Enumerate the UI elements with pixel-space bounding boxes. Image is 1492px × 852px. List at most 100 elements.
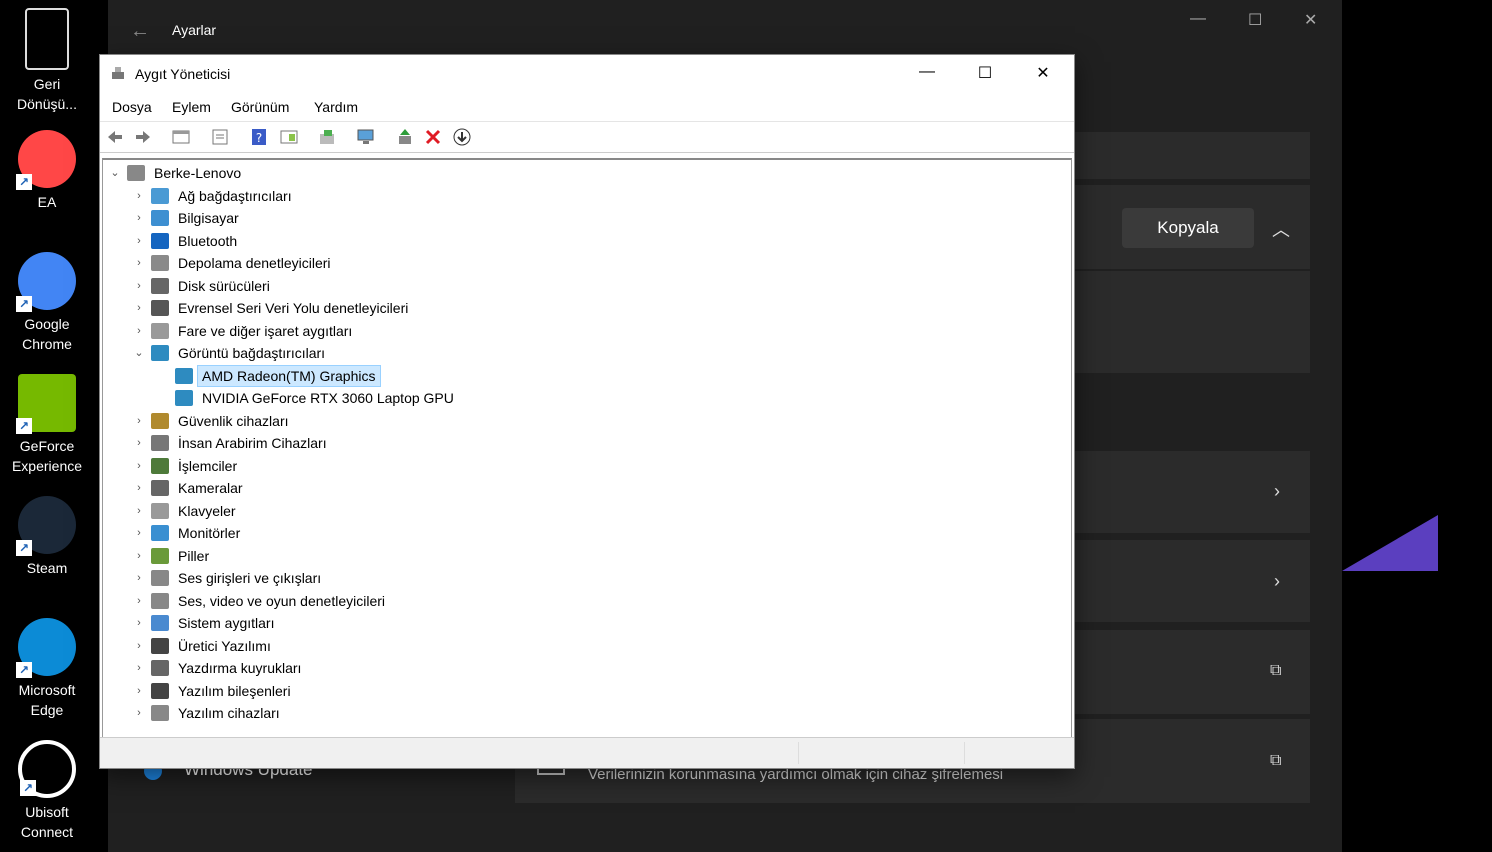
tree-device[interactable]: AMD Radeon(TM) Graphics xyxy=(157,364,1063,387)
show-hide-tree-icon[interactable] xyxy=(172,128,190,146)
computer-root-icon xyxy=(127,165,145,181)
expand-chevron-icon[interactable]: › xyxy=(133,410,145,432)
maximize-icon[interactable]: ☐ xyxy=(1248,10,1262,30)
tree-category[interactable]: › Bluetooth xyxy=(133,230,1063,252)
chevron-up-icon[interactable]: ︿ xyxy=(1272,216,1290,242)
usb-icon xyxy=(151,300,169,316)
tree-item-label: Bilgisayar xyxy=(178,210,239,226)
tree-root[interactable]: ⌄ Berke-Lenovo xyxy=(109,162,1063,184)
edge-icon: ↗ xyxy=(16,618,76,678)
external-link-icon: ⧉ xyxy=(1270,662,1282,679)
tree-category[interactable]: › Fare ve diğer işaret aygıtları xyxy=(133,320,1063,342)
expand-chevron-icon[interactable]: › xyxy=(133,545,145,567)
maximize-icon[interactable]: ☐ xyxy=(970,63,1000,85)
expand-chevron-icon[interactable]: › xyxy=(133,635,145,657)
expand-chevron-icon[interactable]: › xyxy=(133,680,145,702)
menu-gorunum[interactable]: Görünüm xyxy=(231,99,289,115)
menu-bar: Dosya Eylem Görünüm Yardım xyxy=(100,93,1074,119)
scan-hardware-icon[interactable] xyxy=(357,128,375,146)
minimize-icon[interactable]: — xyxy=(1190,10,1206,28)
menu-yardim[interactable]: Yardım xyxy=(314,99,358,115)
tree-category[interactable]: › Evrensel Seri Veri Yolu denetleyicileri xyxy=(133,297,1063,319)
collapse-chevron-icon[interactable]: ⌄ xyxy=(133,342,145,364)
tree-category[interactable]: › Klavyeler xyxy=(133,500,1063,522)
tree-category[interactable]: › Ses, video ve oyun denetleyicileri xyxy=(133,590,1063,612)
menu-eylem[interactable]: Eylem xyxy=(172,99,211,115)
add-driver-icon[interactable] xyxy=(396,128,414,146)
tree-item-label: AMD Radeon(TM) Graphics xyxy=(197,364,381,387)
expand-chevron-icon[interactable]: › xyxy=(133,275,145,297)
expand-chevron-icon[interactable]: › xyxy=(133,590,145,612)
expand-chevron-icon[interactable]: › xyxy=(133,522,145,544)
desktop-shortcut[interactable]: ↗ Microsoft Edge xyxy=(4,618,90,720)
tree-item-label: Kameralar xyxy=(178,480,243,496)
tree-item-label: Yazdırma kuyrukları xyxy=(178,660,302,676)
tree-item-label: Piller xyxy=(178,547,210,564)
close-icon[interactable]: ✕ xyxy=(1304,10,1317,30)
tree-category[interactable]: › Yazdırma kuyrukları xyxy=(133,657,1063,679)
tree-category[interactable]: › Yazılım bileşenleri xyxy=(133,680,1063,702)
tree-category[interactable]: › Sistem aygıtları xyxy=(133,612,1063,634)
forward-icon[interactable] xyxy=(134,128,152,146)
help-icon[interactable]: ? xyxy=(250,128,268,146)
expand-chevron-icon[interactable]: › xyxy=(133,477,145,499)
expand-chevron-icon[interactable]: › xyxy=(133,612,145,634)
expand-chevron-icon[interactable]: › xyxy=(133,567,145,589)
disable-icon[interactable] xyxy=(453,128,471,146)
tree-category[interactable]: › Bilgisayar xyxy=(133,207,1063,229)
title-bar[interactable]: Aygıt Yöneticisi — ☐ ✕ xyxy=(100,55,1074,93)
device-tree[interactable]: ⌄ Berke-Lenovo › Ağ bağdaştırıcıları › Bilgis… xyxy=(102,158,1072,741)
expand-chevron-icon[interactable]: › xyxy=(133,702,145,724)
desktop-shortcut[interactable]: ↗ EA xyxy=(4,130,90,212)
desktop-shortcut[interactable]: ↗ Google Chrome xyxy=(4,252,90,354)
tree-category[interactable]: › İşlemciler xyxy=(133,455,1063,477)
tree-category[interactable]: › Monitörler xyxy=(133,522,1063,544)
tree-category[interactable]: › Güvenlik cihazları xyxy=(133,410,1063,432)
expand-chevron-icon[interactable]: › xyxy=(133,500,145,522)
security-device-icon xyxy=(151,412,169,429)
tree-item-label: Sistem aygıtları xyxy=(178,615,275,631)
expand-chevron-icon[interactable]: › xyxy=(133,207,145,229)
desktop-shortcut[interactable]: ↗ Steam xyxy=(4,496,90,578)
tree-item-label: Görüntü bağdaştırıcıları xyxy=(178,345,326,361)
copy-button[interactable]: Kopyala xyxy=(1122,208,1254,248)
back-arrow-icon[interactable]: ← xyxy=(130,20,150,43)
expand-chevron-icon[interactable]: › xyxy=(133,657,145,679)
tree-category[interactable]: › Piller xyxy=(133,545,1063,567)
properties-icon[interactable] xyxy=(211,128,229,146)
expand-chevron-icon[interactable]: › xyxy=(133,455,145,477)
tree-category[interactable]: › Disk sürücüleri xyxy=(133,275,1063,297)
tree-category[interactable]: › Depolama denetleyicileri xyxy=(133,252,1063,274)
back-icon[interactable] xyxy=(106,128,124,146)
tree-device[interactable]: NVIDIA GeForce RTX 3060 Laptop GPU xyxy=(157,387,1063,409)
desktop-shortcut[interactable]: ↗ GeForce Experience xyxy=(4,374,90,476)
tree-category[interactable]: › Yazılım cihazları xyxy=(133,702,1063,724)
tree-item-label: NVIDIA GeForce RTX 3060 Laptop GPU xyxy=(202,390,454,406)
geforce-icon: ↗ xyxy=(16,374,76,434)
update-driver-icon[interactable] xyxy=(318,128,336,146)
tree-category[interactable]: › Kameralar xyxy=(133,477,1063,499)
close-icon[interactable]: ✕ xyxy=(1028,63,1058,85)
expand-chevron-icon[interactable]: › xyxy=(133,185,145,207)
minimize-icon[interactable]: — xyxy=(912,63,942,85)
uninstall-icon[interactable] xyxy=(424,128,442,146)
tree-category[interactable]: › Ağ bağdaştırıcıları xyxy=(133,185,1063,207)
expand-chevron-icon[interactable]: › xyxy=(133,432,145,454)
tree-category[interactable]: › Ses girişleri ve çıkışları xyxy=(133,567,1063,589)
desktop-shortcut[interactable]: Geri Dönüşü... xyxy=(4,8,90,114)
chevron-right-icon: › xyxy=(1274,481,1280,501)
tree-category[interactable]: › Üretici Yazılımı xyxy=(133,635,1063,657)
desktop-shortcut-label: Steam xyxy=(26,560,68,576)
tree-category[interactable]: ⌄ Görüntü bağdaştırıcıları xyxy=(133,342,1063,364)
collapse-chevron-icon[interactable]: ⌄ xyxy=(109,162,121,184)
view-icon[interactable] xyxy=(280,128,298,146)
expand-chevron-icon[interactable]: › xyxy=(133,297,145,319)
device-manager-window: Aygıt Yöneticisi — ☐ ✕ Dosya Eylem Görün… xyxy=(99,54,1075,769)
desktop-shortcut[interactable]: ↗ Ubisoft Connect xyxy=(4,740,90,842)
settings-title: Ayarlar xyxy=(172,22,217,38)
expand-chevron-icon[interactable]: › xyxy=(133,320,145,342)
tree-category[interactable]: › İnsan Arabirim Cihazları xyxy=(133,432,1063,454)
expand-chevron-icon[interactable]: › xyxy=(133,230,145,252)
expand-chevron-icon[interactable]: › xyxy=(133,252,145,274)
menu-dosya[interactable]: Dosya xyxy=(112,99,152,115)
